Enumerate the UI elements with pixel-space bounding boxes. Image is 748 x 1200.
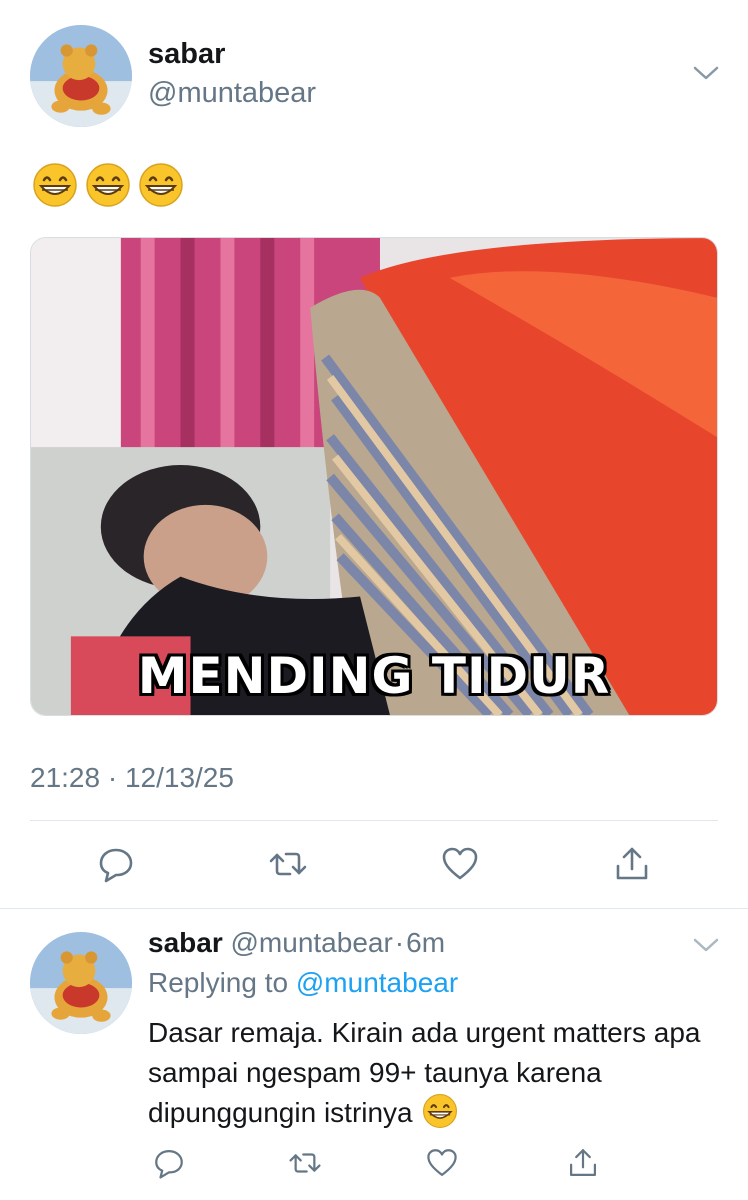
reply-display-name[interactable]: sabar [148,927,223,958]
reply-share-button[interactable] [562,1142,604,1184]
media-caption: MENDING TIDUR [137,647,611,705]
reply-reply-button[interactable] [148,1142,190,1184]
replying-to-link[interactable]: @muntabear [296,967,458,998]
replying-to-label: Replying to [148,967,289,998]
share-icon [569,1149,597,1177]
chevron-down-icon[interactable] [692,63,720,83]
grinning-face-icon [139,163,183,207]
reply-age[interactable]: 6m [406,927,445,958]
reply-icon [155,1149,183,1179]
like-icon [427,1149,457,1177]
reply-chevron-down-icon[interactable] [692,935,720,955]
reply-icon [99,848,133,883]
reply-avatar[interactable] [30,932,132,1034]
grinning-face-icon [86,163,130,207]
share-icon [616,847,648,880]
main-tweet-avatar[interactable] [30,25,132,127]
like-icon [442,847,478,880]
divider [30,820,718,821]
reply-button[interactable] [92,840,140,888]
reply-like-button[interactable] [421,1142,463,1184]
replying-to: Replying to @muntabear [148,967,458,999]
grinning-face-icon [33,163,77,207]
retweet-icon [289,1153,321,1173]
tweet-media-image[interactable]: MENDING TIDUR [30,237,718,716]
retweet-icon [269,852,307,876]
share-button[interactable] [608,840,656,888]
divider [0,908,748,909]
reply-text-block: Dasar remaja. Kirain ada urgent matters … [148,1013,718,1133]
tweet-text-emojis [32,162,184,208]
reply-header: sabar @muntabear·6m [148,927,445,959]
tweet-timestamp[interactable]: 21:28 · 12/13/25 [30,762,234,794]
retweet-button[interactable] [264,840,312,888]
reply-handle[interactable]: @muntabear [231,927,393,958]
like-button[interactable] [436,840,484,888]
grinning-face-icon [423,1093,458,1129]
main-tweet-handle[interactable]: @muntabear [148,77,316,110]
reply-retweet-button[interactable] [284,1142,326,1184]
main-tweet-display-name[interactable]: sabar [148,38,225,71]
reply-separator: · [394,927,405,958]
